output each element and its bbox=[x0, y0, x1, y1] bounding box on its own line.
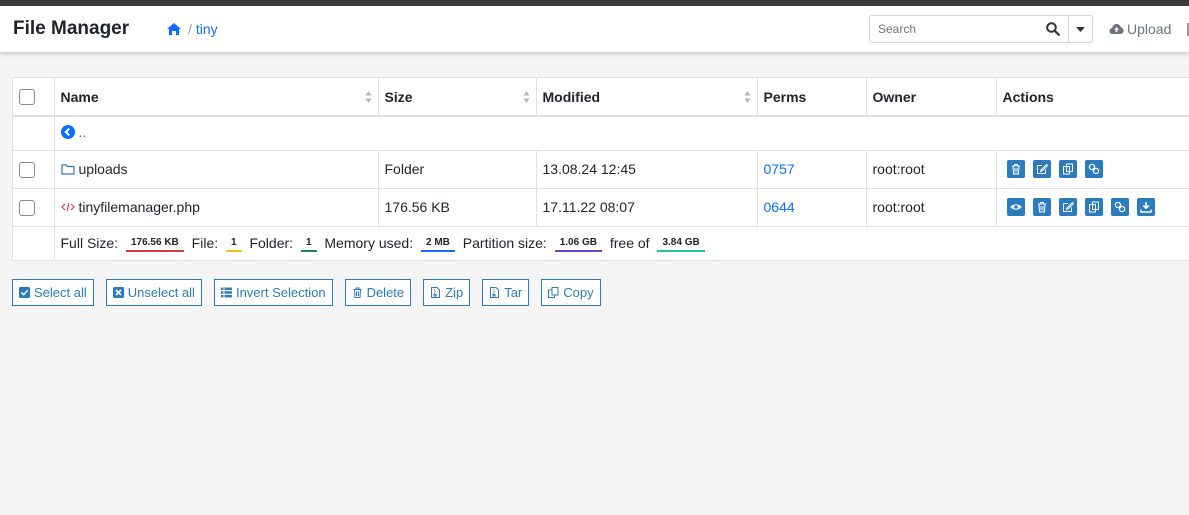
copy-icon bbox=[548, 287, 559, 298]
breadcrumb-current[interactable]: tiny bbox=[196, 21, 218, 37]
link-icon bbox=[1114, 201, 1125, 213]
free-of-label: free of bbox=[609, 234, 650, 251]
search-options-dropdown[interactable] bbox=[1068, 16, 1092, 42]
column-header-name[interactable]: Name bbox=[54, 78, 379, 117]
column-header-actions: Actions bbox=[996, 78, 1189, 117]
row-checkbox[interactable] bbox=[19, 161, 35, 178]
column-header-perms[interactable]: Perms bbox=[757, 78, 867, 117]
parent-directory-link[interactable]: .. bbox=[60, 124, 86, 140]
cloud-upload-icon bbox=[1109, 24, 1124, 34]
trash-icon bbox=[353, 287, 362, 298]
header-checkbox[interactable] bbox=[19, 89, 35, 106]
perms-link[interactable]: 0757 bbox=[764, 161, 795, 177]
link-icon bbox=[1088, 163, 1099, 175]
download-button[interactable] bbox=[1136, 198, 1155, 217]
caret-down-icon bbox=[1076, 26, 1085, 32]
memory-label: Memory used: bbox=[324, 234, 414, 251]
copy-icon bbox=[1088, 201, 1099, 213]
upload-label: Upload bbox=[1127, 21, 1172, 37]
search-icon bbox=[1046, 22, 1060, 36]
column-header-owner[interactable]: Owner bbox=[866, 78, 997, 117]
archive-file-icon bbox=[431, 287, 441, 298]
trash-icon bbox=[1011, 164, 1020, 175]
memory-badge: 2 MB bbox=[420, 236, 455, 252]
total-size-badge: 3.84 GB bbox=[657, 236, 705, 252]
full-size-badge: 176.56 KB bbox=[125, 236, 184, 252]
folder-count-badge: 1 bbox=[300, 236, 317, 252]
row-checkbox[interactable] bbox=[19, 199, 35, 216]
file-count-label: File: bbox=[191, 234, 219, 251]
copy-button[interactable] bbox=[1084, 198, 1103, 217]
rename-button[interactable] bbox=[1032, 160, 1051, 179]
list-icon bbox=[220, 287, 232, 298]
code-file-icon bbox=[60, 202, 75, 211]
edit-icon bbox=[1062, 201, 1074, 213]
bulk-delete-button[interactable]: Delete bbox=[344, 279, 412, 306]
file-name-link[interactable]: tinyfilemanager.php bbox=[60, 199, 200, 215]
file-owner: root:root bbox=[866, 149, 997, 188]
archive-file-icon bbox=[490, 287, 500, 298]
table-row: tinyfilemanager.php 176.56 KB 17.11.22 0… bbox=[13, 187, 1189, 226]
breadcrumb-separator: / bbox=[188, 21, 192, 37]
column-header-size[interactable]: Size bbox=[378, 78, 537, 117]
copy-button[interactable] bbox=[1058, 160, 1077, 179]
file-table: Name Size Modified Perms Owner Actions .… bbox=[12, 77, 1189, 261]
table-footer: Full Size: 176.56 KB File: 1 Folder: 1 M… bbox=[13, 225, 1189, 260]
partition-label: Partition size: bbox=[462, 234, 547, 251]
file-modified: 13.08.24 12:45 bbox=[536, 149, 758, 188]
file-size: 176.56 KB bbox=[378, 187, 537, 226]
breadcrumb: / tiny bbox=[166, 21, 218, 37]
sort-icon bbox=[523, 91, 529, 103]
full-size-label: Full Size: bbox=[60, 234, 119, 251]
perms-link[interactable]: 0644 bbox=[764, 199, 795, 215]
bulk-copy-button[interactable]: Copy bbox=[541, 279, 601, 306]
direct-link-button[interactable] bbox=[1084, 160, 1103, 179]
home-icon[interactable] bbox=[166, 22, 182, 36]
view-button[interactable] bbox=[1006, 198, 1025, 217]
tar-button[interactable]: Tar bbox=[482, 279, 530, 306]
circle-arrow-left-icon bbox=[60, 125, 75, 140]
checkbox-checked-icon bbox=[19, 287, 30, 298]
eye-icon bbox=[1010, 204, 1021, 210]
download-icon bbox=[1139, 202, 1152, 213]
select-all-button[interactable]: Select all bbox=[12, 279, 94, 306]
table-row: uploads Folder 13.08.24 12:45 0757 root:… bbox=[13, 149, 1189, 188]
file-count-badge: 1 bbox=[226, 236, 242, 252]
app-title[interactable]: File Manager bbox=[13, 18, 129, 40]
direct-link-button[interactable] bbox=[1110, 198, 1129, 217]
parent-directory-row: .. bbox=[13, 115, 1189, 150]
delete-button[interactable] bbox=[1032, 198, 1051, 217]
file-owner: root:root bbox=[866, 187, 997, 226]
invert-selection-button[interactable]: Invert Selection bbox=[213, 279, 333, 306]
sort-icon bbox=[744, 91, 750, 103]
zip-button[interactable]: Zip bbox=[423, 279, 471, 306]
trash-icon bbox=[1037, 202, 1046, 213]
navbar: File Manager / tiny Upload bbox=[0, 6, 1189, 52]
file-size: Folder bbox=[378, 149, 537, 188]
select-all-header bbox=[13, 78, 55, 117]
bulk-actions: Select all Unselect all Invert Selection… bbox=[12, 279, 613, 306]
unselect-all-button[interactable]: Unselect all bbox=[105, 279, 202, 306]
sort-icon bbox=[365, 91, 371, 103]
file-modified: 17.11.22 08:07 bbox=[536, 187, 758, 226]
edit-icon bbox=[1036, 163, 1048, 175]
search-input[interactable] bbox=[870, 16, 1038, 42]
delete-button[interactable] bbox=[1006, 160, 1025, 179]
search-box bbox=[869, 15, 1093, 43]
search-button[interactable] bbox=[1038, 16, 1068, 42]
column-header-modified[interactable]: Modified bbox=[536, 78, 758, 117]
file-name-link[interactable]: uploads bbox=[60, 161, 128, 177]
folder-icon bbox=[60, 163, 75, 175]
copy-icon bbox=[1062, 163, 1073, 175]
folder-count-label: Folder: bbox=[249, 234, 294, 251]
upload-link[interactable]: Upload bbox=[1109, 21, 1171, 37]
checkbox-x-icon bbox=[112, 287, 124, 298]
rename-button[interactable] bbox=[1058, 198, 1077, 217]
partition-badge: 1.06 GB bbox=[554, 236, 602, 252]
